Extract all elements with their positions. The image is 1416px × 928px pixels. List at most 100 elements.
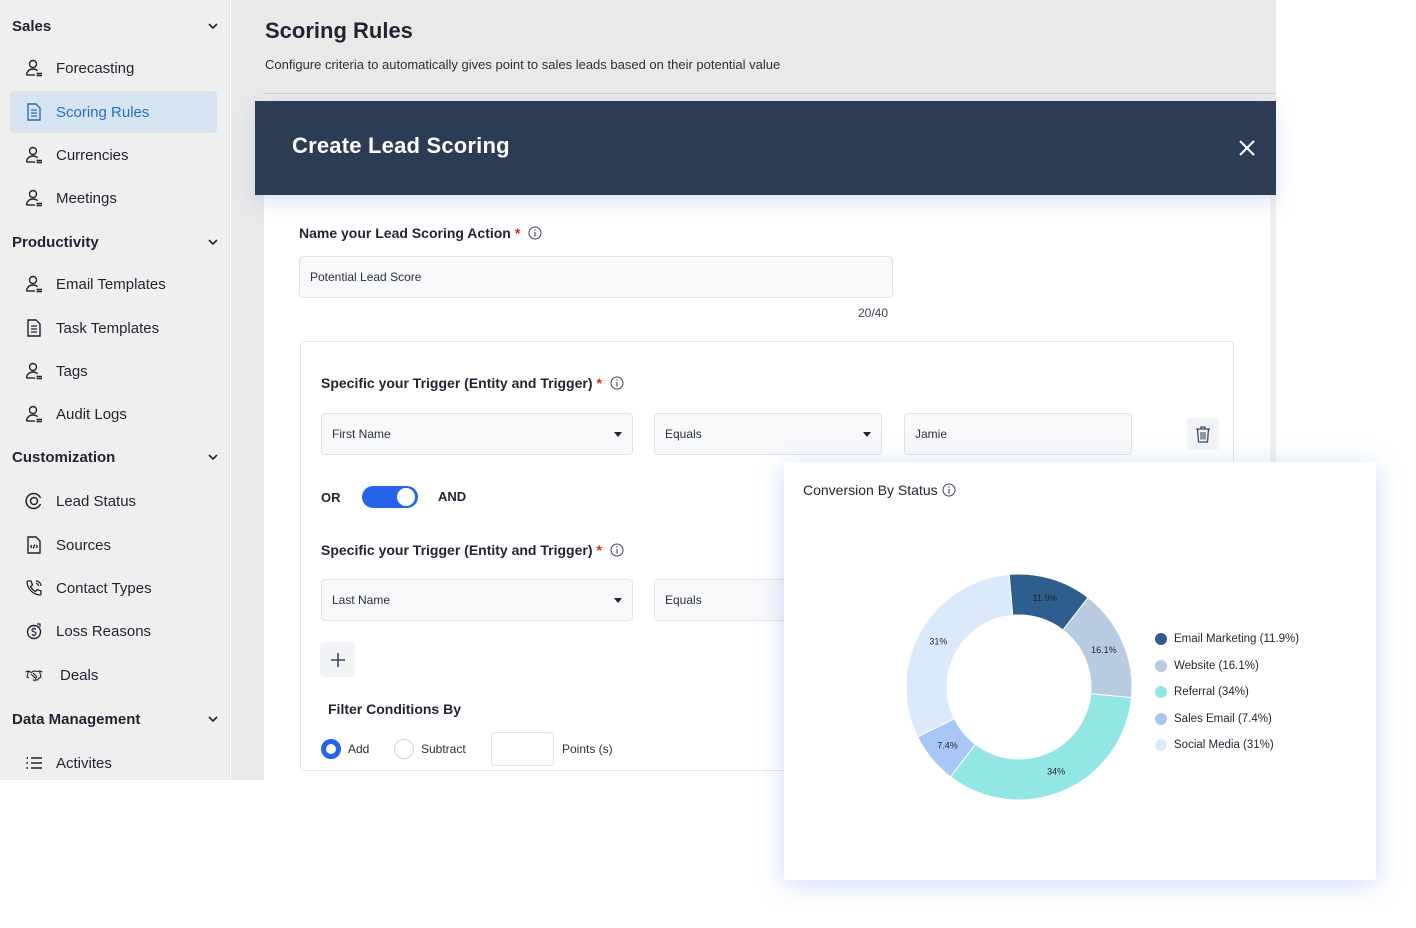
- legend-item[interactable]: Social Media (31%): [1155, 732, 1299, 759]
- sidebar-section-productivity[interactable]: Productivity: [12, 230, 220, 254]
- add-radio[interactable]: [321, 739, 341, 759]
- lead-scoring-name-input[interactable]: Potential Lead Score: [299, 256, 893, 298]
- legend-item[interactable]: Email Marketing (11.9%): [1155, 626, 1299, 653]
- sidebar-item-forecasting[interactable]: Forecasting: [10, 47, 217, 89]
- document-icon: [24, 102, 44, 122]
- legend-item[interactable]: Website (16.1%): [1155, 653, 1299, 680]
- conversion-chart-card: Conversion By Status 11.9% 16.1% 34% 7.4% 31…: [784, 462, 1376, 880]
- sidebar-item-label: Sources: [56, 536, 112, 554]
- sidebar-item-meetings[interactable]: Meetings: [10, 177, 217, 219]
- sidebar-item-label: Scoring Rules: [56, 103, 150, 121]
- sidebar-item-contact-types[interactable]: Contact Types: [10, 567, 217, 609]
- points-input[interactable]: [491, 732, 554, 766]
- required-marker: *: [596, 542, 602, 558]
- trigger1-operator-select[interactable]: Equals: [654, 413, 882, 455]
- chevron-down-icon: [208, 239, 218, 246]
- donut-slice-social-media[interactable]: [905, 573, 1014, 738]
- sidebar-item-scoring-rules[interactable]: Scoring Rules: [10, 91, 217, 133]
- user-icon: [24, 274, 44, 294]
- filter-conditions-label: Filter Conditions By: [328, 701, 461, 717]
- divider: [264, 93, 1276, 94]
- sidebar-item-label: Task Templates: [56, 319, 160, 337]
- sidebar-section-sales[interactable]: Sales: [12, 14, 220, 38]
- sidebar: Sales Forecasting Scoring Rules Currenci…: [0, 0, 230, 780]
- sidebar-item-email-templates[interactable]: Email Templates: [10, 263, 217, 305]
- name-field-label-text: Name your Lead Scoring Action: [299, 225, 511, 241]
- legend-swatch: [1155, 739, 1167, 752]
- user-icon: [24, 145, 44, 165]
- required-marker: *: [596, 375, 602, 391]
- sidebar-item-deals[interactable]: Deals: [10, 654, 217, 696]
- legend-label: Sales Email (7.4%): [1174, 712, 1272, 725]
- app-window: Sales Forecasting Scoring Rules Currenci…: [0, 0, 1416, 928]
- character-counter: 20/40: [858, 306, 889, 320]
- select-value: First Name: [332, 427, 391, 441]
- delete-trigger-button[interactable]: [1187, 418, 1219, 450]
- trigger1-field-select[interactable]: First Name: [321, 413, 633, 455]
- legend-swatch: [1155, 659, 1167, 672]
- sidebar-item-label: Contact Types: [56, 579, 152, 597]
- toggle-knob: [397, 488, 415, 506]
- sidebar-section-customization[interactable]: Customization: [12, 445, 220, 469]
- page-subtitle: Configure criteria to automatically give…: [265, 57, 781, 72]
- chart-legend: Email Marketing (11.9%) Website (16.1%) Re…: [1155, 626, 1299, 759]
- legend-item[interactable]: Referral (34%): [1155, 679, 1299, 706]
- chevron-down-icon: [208, 716, 218, 723]
- legend-swatch: [1155, 633, 1167, 646]
- modal-header: Create Lead Scoring: [255, 101, 1276, 195]
- phone-icon: [24, 578, 44, 598]
- points-label: Points (s): [562, 742, 613, 756]
- list-icon: [24, 753, 44, 773]
- filter-conditions-label-text: Filter Conditions By: [328, 701, 461, 717]
- donut-slice-referral[interactable]: [949, 693, 1133, 801]
- legend-item[interactable]: Sales Email (7.4%): [1155, 706, 1299, 733]
- sidebar-item-label: Lead Status: [56, 492, 137, 510]
- page-title: Scoring Rules: [265, 18, 413, 43]
- sidebar-item-label: Activites: [56, 754, 112, 772]
- user-icon: [24, 188, 44, 208]
- toggle-label-and: AND: [438, 489, 467, 504]
- add-radio-label: Add: [348, 742, 370, 756]
- trigger-label-text: Specific your Trigger (Entity and Trigge…: [321, 375, 593, 391]
- caret-down-icon: [863, 431, 871, 437]
- sidebar-item-audit-logs[interactable]: Audit Logs: [10, 393, 217, 435]
- sidebar-item-label: Tags: [56, 362, 88, 380]
- user-icon: [24, 361, 44, 381]
- info-icon[interactable]: [610, 376, 624, 390]
- sidebar-section-label: Data Management: [12, 710, 141, 728]
- slice-label: 16.1%: [1091, 645, 1117, 655]
- info-icon[interactable]: [610, 543, 624, 557]
- required-marker: *: [514, 225, 521, 241]
- sidebar-item-loss-reasons[interactable]: Loss Reasons: [10, 610, 217, 652]
- add-trigger-button[interactable]: [320, 642, 355, 677]
- sidebar-item-tags[interactable]: Tags: [10, 350, 217, 392]
- sidebar-section-data-management[interactable]: Data Management: [12, 707, 220, 731]
- trigger1-value-input[interactable]: Jamie: [904, 413, 1132, 455]
- code-document-icon: [24, 535, 44, 555]
- close-icon[interactable]: [1236, 137, 1258, 159]
- sidebar-item-task-templates[interactable]: Task Templates: [10, 307, 217, 349]
- sidebar-item-sources[interactable]: Sources: [10, 524, 217, 566]
- legend-swatch: [1155, 686, 1167, 699]
- sidebar-item-label: Currencies: [56, 146, 129, 164]
- subtract-radio[interactable]: [394, 739, 414, 759]
- sidebar-item-lead-status[interactable]: Lead Status: [10, 480, 217, 522]
- trigger-label-text: Specific your Trigger (Entity and Trigge…: [321, 542, 593, 558]
- select-value: Equals: [665, 593, 702, 607]
- sidebar-item-currencies[interactable]: Currencies: [10, 134, 217, 176]
- toggle-label-or: OR: [321, 490, 341, 505]
- legend-swatch: [1155, 712, 1167, 725]
- document-icon: [24, 318, 44, 338]
- info-icon[interactable]: [528, 226, 542, 240]
- trigger2-field-select[interactable]: Last Name: [321, 579, 633, 621]
- sidebar-item-label: Meetings: [56, 189, 117, 207]
- legend-label: Referral (34%): [1174, 686, 1249, 699]
- sidebar-item-activites[interactable]: Activites: [10, 742, 217, 784]
- slice-label: 11.9%: [1033, 593, 1058, 603]
- slice-label: 31%: [929, 637, 947, 647]
- select-value: Last Name: [332, 593, 391, 607]
- modal-title: Create Lead Scoring: [292, 133, 510, 158]
- sidebar-item-label: Email Templates: [56, 275, 166, 293]
- user-icon: [24, 58, 44, 78]
- or-and-toggle[interactable]: [362, 486, 418, 508]
